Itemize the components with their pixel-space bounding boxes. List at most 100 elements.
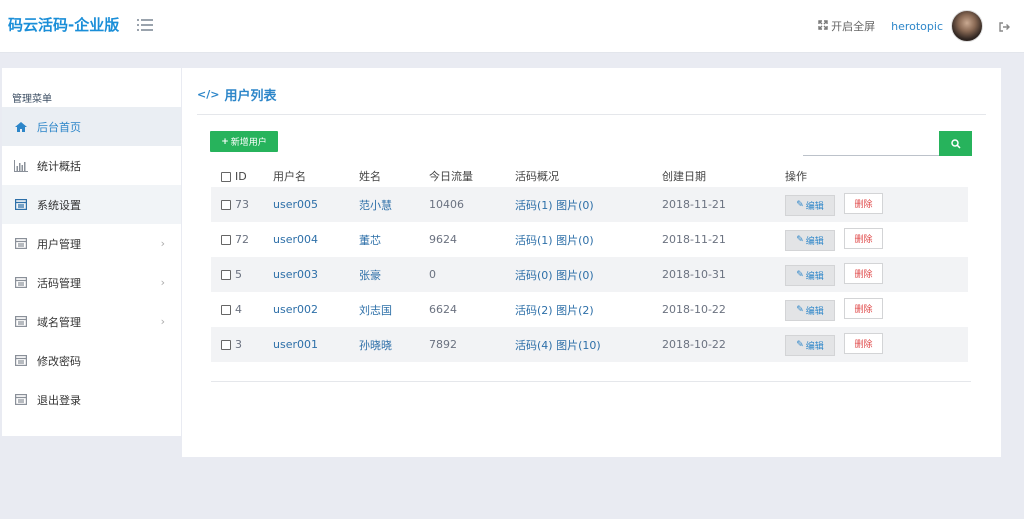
cell-username[interactable]: user005 bbox=[273, 187, 359, 222]
cell-traffic: 10406 bbox=[429, 187, 515, 222]
cell-traffic: 7892 bbox=[429, 327, 515, 362]
panel-icon bbox=[13, 315, 29, 329]
add-user-button[interactable]: + 新增用户 bbox=[210, 131, 278, 152]
cell-codes[interactable]: 活码(0) 图片(0) bbox=[515, 257, 662, 292]
cell-name: 张豪 bbox=[359, 257, 429, 292]
panel-icon bbox=[13, 198, 29, 212]
cell-name: 董芯 bbox=[359, 233, 381, 247]
edit-label: 编辑 bbox=[805, 306, 824, 317]
cell-username[interactable]: user001 bbox=[273, 327, 359, 362]
add-user-label: 新增用户 bbox=[230, 138, 267, 148]
row-checkbox[interactable] bbox=[221, 305, 231, 315]
user-table: ID 用户名 姓名 今日流量 活码概况 创建日期 操作 73 user005 范… bbox=[211, 165, 968, 362]
sidebar-item-label: 活码管理 bbox=[37, 276, 81, 290]
edit-label: 编辑 bbox=[805, 341, 824, 352]
sidebar-item-users[interactable]: 用户管理 › bbox=[2, 224, 181, 263]
cell-date: 2018-11-21 bbox=[662, 187, 785, 222]
sidebar-title: 管理菜单 bbox=[12, 94, 52, 105]
panel-icon bbox=[13, 276, 29, 290]
edit-label: 编辑 bbox=[805, 236, 824, 247]
select-all-checkbox[interactable] bbox=[221, 171, 231, 182]
brand-title[interactable]: 码云活码-企业版 bbox=[8, 14, 119, 35]
table-row: 5 user003 张豪 0 活码(0) 图片(0) 2018-10-31 ✎ 编… bbox=[211, 257, 968, 292]
sidebar-item-stats[interactable]: 统计概括 bbox=[2, 146, 181, 185]
cell-codes[interactable]: 活码(2) 图片(2) bbox=[515, 292, 662, 327]
header-actions: 开启全屏 herotopic bbox=[818, 0, 1024, 52]
sidebar: 管理菜单 后台首页 统计概括 系统设置 用户管理 › 活码管理 › 域名管理 › bbox=[2, 68, 181, 436]
panel-icon bbox=[13, 354, 29, 368]
table-row: 72 user004 董芯 9624 活码(1) 图片(0) 2018-11-2… bbox=[211, 222, 968, 257]
delete-button[interactable]: 删除 bbox=[844, 333, 883, 355]
sidebar-item-label: 域名管理 bbox=[37, 315, 81, 329]
menu-toggle-icon[interactable] bbox=[137, 17, 153, 31]
username-link[interactable]: herotopic bbox=[891, 20, 943, 33]
edit-label: 编辑 bbox=[805, 201, 824, 212]
cell-username[interactable]: user002 bbox=[273, 292, 359, 327]
sidebar-menu: 后台首页 统计概括 系统设置 用户管理 › 活码管理 › 域名管理 › 修改密码 bbox=[2, 107, 181, 419]
sidebar-item-codes[interactable]: 活码管理 › bbox=[2, 263, 181, 302]
row-checkbox[interactable] bbox=[221, 340, 231, 350]
edit-button[interactable]: ✎ 编辑 bbox=[785, 334, 835, 356]
sidebar-item-settings[interactable]: 系统设置 bbox=[2, 185, 181, 224]
sidebar-item-home[interactable]: 后台首页 bbox=[2, 107, 181, 146]
plus-icon: + bbox=[221, 136, 229, 147]
cell-date: 2018-10-22 bbox=[662, 303, 726, 316]
cell-codes[interactable]: 活码(4) 图片(10) bbox=[515, 327, 662, 362]
code-icon: </> bbox=[197, 88, 220, 101]
edit-button[interactable]: ✎ 编辑 bbox=[785, 264, 835, 286]
sidebar-item-label: 退出登录 bbox=[37, 393, 81, 407]
sidebar-item-logout[interactable]: 退出登录 bbox=[2, 380, 181, 419]
delete-button[interactable]: 删除 bbox=[844, 298, 883, 320]
expand-icon bbox=[818, 19, 831, 33]
avatar[interactable] bbox=[951, 10, 983, 42]
edit-button[interactable]: ✎ 编辑 bbox=[785, 194, 835, 216]
cell-codes[interactable]: 活码(1) 图片(0) bbox=[515, 222, 662, 257]
cell-username[interactable]: user004 bbox=[273, 222, 359, 257]
logout-icon[interactable] bbox=[999, 17, 1010, 36]
edit-icon: ✎ bbox=[796, 200, 804, 211]
cell-traffic: 0 bbox=[429, 257, 515, 292]
cell-name: 刘志国 bbox=[359, 303, 392, 317]
cell-date: 2018-11-21 bbox=[662, 233, 726, 246]
search-button[interactable] bbox=[939, 131, 972, 156]
page-title-text: 用户列表 bbox=[224, 89, 277, 104]
delete-button[interactable]: 删除 bbox=[844, 228, 883, 250]
column-header: ID bbox=[235, 169, 247, 183]
cell-username[interactable]: user003 bbox=[273, 257, 359, 292]
table-row: 73 user005 范小慧 10406 活码(1) 图片(0) 2018-11… bbox=[211, 187, 968, 222]
row-checkbox[interactable] bbox=[221, 235, 231, 245]
chevron-right-icon: › bbox=[160, 237, 165, 250]
sidebar-item-password[interactable]: 修改密码 bbox=[2, 341, 181, 380]
search-underline bbox=[803, 155, 939, 156]
row-checkbox[interactable] bbox=[221, 270, 231, 280]
bar-chart-icon bbox=[13, 159, 29, 173]
column-header: 操作 bbox=[785, 170, 807, 183]
divider bbox=[211, 381, 971, 382]
cell-id: 5 bbox=[235, 257, 273, 292]
cell-traffic: 9624 bbox=[429, 233, 457, 246]
delete-button[interactable]: 删除 bbox=[844, 263, 883, 285]
home-icon bbox=[13, 120, 29, 134]
cell-date: 2018-10-22 bbox=[662, 327, 785, 362]
sidebar-item-domains[interactable]: 域名管理 › bbox=[2, 302, 181, 341]
sidebar-item-label: 统计概括 bbox=[37, 159, 81, 173]
search-icon bbox=[950, 134, 961, 153]
delete-button[interactable]: 删除 bbox=[844, 193, 883, 215]
fullscreen-button[interactable]: 开启全屏 bbox=[818, 18, 875, 34]
column-header: 创建日期 bbox=[662, 170, 706, 183]
edit-button[interactable]: ✎ 编辑 bbox=[785, 229, 835, 251]
search-input[interactable] bbox=[803, 134, 943, 156]
cell-date: 2018-10-31 bbox=[662, 257, 785, 292]
cell-codes[interactable]: 活码(1) 图片(0) bbox=[515, 187, 662, 222]
sidebar-item-label: 修改密码 bbox=[37, 354, 81, 368]
cell-id: 73 bbox=[235, 187, 273, 222]
top-bar: 码云活码-企业版 开启全屏 herotopic bbox=[0, 0, 1024, 53]
cell-id: 72 bbox=[235, 233, 249, 246]
cell-traffic: 6624 bbox=[429, 303, 457, 316]
cell-name: 范小慧 bbox=[359, 187, 429, 222]
table-row: 4 user002 刘志国 6624 活码(2) 图片(2) 2018-10-2… bbox=[211, 292, 968, 327]
row-checkbox[interactable] bbox=[221, 200, 231, 210]
column-header: 用户名 bbox=[273, 170, 306, 183]
column-header: 姓名 bbox=[359, 170, 381, 183]
edit-button[interactable]: ✎ 编辑 bbox=[785, 299, 835, 321]
